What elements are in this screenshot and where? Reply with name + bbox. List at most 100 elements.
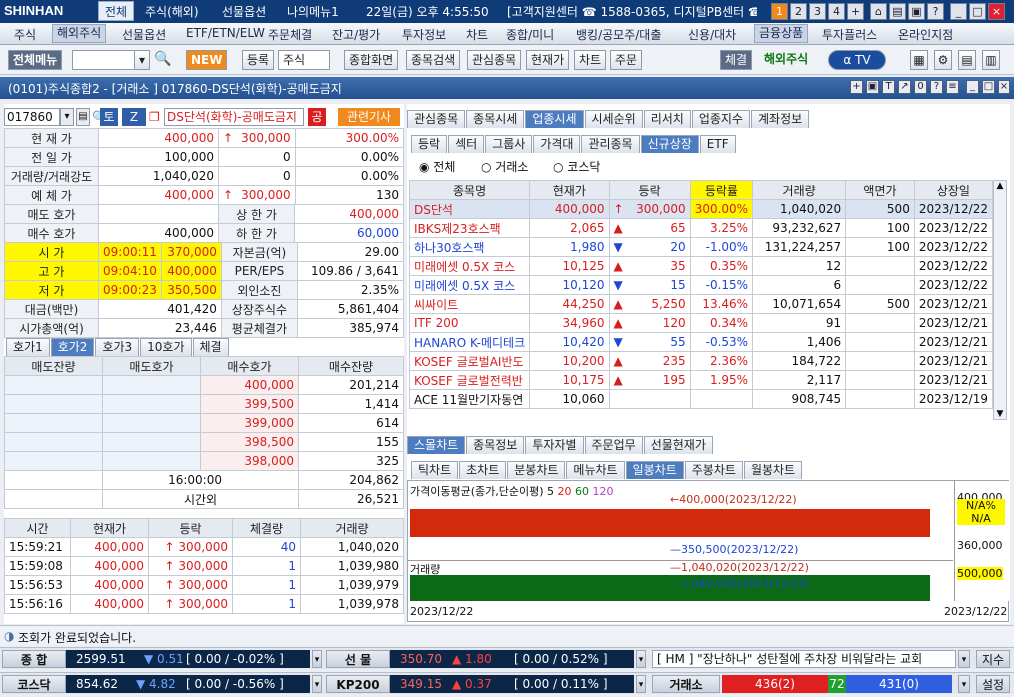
tab-small-chart[interactable]: 스몰차트 [407, 436, 466, 454]
related-news-button[interactable]: 관련기사 [338, 108, 400, 126]
new-badge[interactable]: NEW [186, 50, 228, 70]
calculator-icon[interactable]: ▦ [910, 50, 928, 70]
chevron-down-icon[interactable]: ▾ [636, 675, 646, 693]
help-icon[interactable]: ? [927, 3, 944, 20]
minimize-icon[interactable]: _ [966, 80, 979, 94]
menu-futures[interactable]: 선물옵션 [122, 26, 166, 43]
overview-button[interactable]: 종합화면 [344, 50, 399, 70]
menu-online-branch[interactable]: 온라인지점 [898, 26, 953, 43]
menu-mini[interactable]: 종합/미니 [506, 26, 554, 43]
top-menu-stock-overseas[interactable]: 주식(해외) [145, 3, 199, 20]
tab-sector-quotes[interactable]: 업종시세 [525, 110, 584, 128]
index-button[interactable]: 지수 [976, 650, 1010, 668]
link-icon[interactable]: ▣ [866, 80, 879, 94]
tab-sector-index[interactable]: 업종지수 [691, 110, 750, 128]
chevron-down-icon[interactable]: ▾ [312, 650, 322, 668]
trade-row[interactable]: 15:59:08 400,000 ↑ 300,000 1 1,039,980 [4, 556, 404, 576]
menu-financial-products[interactable]: 금융상품 [754, 24, 809, 43]
header-rate[interactable]: 등락률 [689, 180, 754, 200]
bid-price[interactable]: 398,000 [200, 451, 299, 471]
bid-price[interactable]: 399,500 [200, 394, 299, 414]
grid-icon[interactable]: ▤ [958, 50, 976, 70]
tab-menu-chart[interactable]: 메뉴차트 [566, 461, 625, 479]
bid-price[interactable]: 400,000 [200, 375, 299, 395]
list-row[interactable]: KOSEF 글로벌AI반도 10,200 ▲ 235 2.36% 184,722 2023/… [408, 351, 994, 371]
tab-futures-price[interactable]: 선물현재가 [643, 436, 713, 454]
radio-kosdaq[interactable]: ○ 코스닥 [553, 158, 600, 175]
list-row[interactable]: 씨싸이트 44,250 ▲ 5,250 13.46% 10,071,654 500 2023/… [408, 294, 994, 314]
menu-stock[interactable]: 주식 [14, 26, 36, 43]
radio-all[interactable]: ◉ 전체 [419, 158, 455, 175]
top-menu-mymenu[interactable]: 나의메뉴1 [287, 3, 339, 20]
overseas-stock-logo[interactable]: 해외주식 [760, 50, 812, 70]
radio-kospi[interactable]: ○ 거래소 [481, 158, 528, 175]
list-scrollbar[interactable]: ▲ ▼ [993, 180, 1007, 420]
tab-daily-chart[interactable]: 일봉차트 [625, 461, 684, 479]
chart-button[interactable]: 차트 [574, 50, 607, 70]
top-menu-all[interactable]: 전체 [98, 1, 135, 21]
chevron-down-icon[interactable]: ▾ [958, 650, 970, 668]
list-row[interactable]: 하나30호스팩 1,980 ▼ 20 -1.00% 131,224,257 100 2023/… [408, 237, 994, 257]
tab-stock-info[interactable]: 종목정보 [466, 436, 525, 454]
tab-price-range[interactable]: 가격대 [533, 135, 581, 153]
menu-invest-plus[interactable]: 투자플러스 [822, 26, 877, 43]
stock-code-input[interactable]: 017860 [4, 108, 60, 126]
type-icon[interactable]: T [882, 80, 895, 94]
watchlist-button[interactable]: 관심종목 [467, 50, 522, 70]
tv-icon[interactable]: α TV [828, 50, 886, 70]
order-button[interactable]: 주문 [610, 50, 643, 70]
chevron-down-icon[interactable]: ▾ [60, 108, 74, 126]
menu-overseas-stock[interactable]: 해외주식 [52, 24, 107, 43]
tab-watchlist[interactable]: 관심종목 [407, 110, 466, 128]
screen-4-button[interactable]: 4 [828, 3, 845, 20]
register-button[interactable]: 등록 [242, 50, 275, 70]
menu-order[interactable]: 주문체결 [268, 26, 312, 43]
tab-change[interactable]: 등락 [411, 135, 448, 153]
maximize-icon[interactable]: □ [969, 3, 986, 20]
add-screen-button[interactable]: + [847, 3, 864, 20]
pin-icon[interactable]: + [850, 80, 863, 94]
settings-button[interactable]: 설정 [976, 675, 1010, 693]
tab-second-chart[interactable]: 초차트 [459, 461, 507, 479]
tool-icon[interactable]: ↗ [898, 80, 911, 94]
top-menu-futures[interactable]: 선물옵션 [222, 3, 266, 20]
chevron-down-icon[interactable]: ▾ [134, 50, 150, 70]
tab-managed[interactable]: 관리종목 [581, 135, 640, 153]
ticker-label-kp200[interactable]: KP200 [326, 675, 390, 693]
help-icon[interactable]: ? [930, 80, 943, 94]
menu-icon[interactable]: ≡ [946, 80, 959, 94]
layout-icon[interactable]: ▥ [982, 50, 1000, 70]
tab-order-work[interactable]: 주문업무 [584, 436, 643, 454]
home-icon[interactable]: ⌂ [870, 3, 887, 20]
tab-hoga3[interactable]: 호가3 [95, 338, 140, 356]
maximize-icon[interactable]: □ [982, 80, 995, 94]
menu-banking[interactable]: 뱅킹/공모주/대출 [576, 26, 661, 43]
current-price-button[interactable]: 현재가 [526, 50, 570, 70]
ticker-label-futures[interactable]: 선 물 [326, 650, 390, 668]
menu-chart[interactable]: 차트 [466, 26, 488, 43]
search-icon[interactable]: 🔍 [154, 51, 171, 67]
list-row[interactable]: DS단석 400,000 ↑ 300,000 300.00% 1,040,020 500 20… [408, 199, 994, 219]
close-icon[interactable]: × [988, 3, 1005, 20]
list-row[interactable]: ITF 200 34,960 ▲ 120 0.34% 91 2023/12/21 [408, 313, 994, 333]
chevron-down-icon[interactable]: ▾ [958, 675, 970, 693]
tab-minute-chart[interactable]: 분봉차트 [507, 461, 566, 479]
tab-ranking[interactable]: 시세순위 [584, 110, 643, 128]
tab-new-listing[interactable]: 신규상장 [640, 135, 699, 153]
ticker-label-exchange[interactable]: 거래소 [652, 675, 720, 693]
note-icon[interactable]: ❐ [149, 110, 160, 124]
scroll-up-icon[interactable]: ▲ [994, 181, 1006, 191]
tab-hoga1[interactable]: 호가1 [6, 338, 50, 356]
tab-group[interactable]: 그룹사 [485, 135, 533, 153]
trade-row[interactable]: 15:56:16 400,000 ↑ 300,000 1 1,039,978 [4, 594, 404, 614]
tab-monthly-chart[interactable]: 월봉차트 [743, 461, 803, 479]
all-menu-button[interactable]: 전체메뉴 [8, 50, 63, 70]
menu-credit[interactable]: 신용/대차 [688, 26, 736, 43]
menu-invest-info[interactable]: 투자정보 [402, 26, 446, 43]
tab-research[interactable]: 리서치 [643, 110, 691, 128]
execution-button[interactable]: 체결 [720, 50, 753, 70]
screen-3-button[interactable]: 3 [809, 3, 826, 20]
gear-icon[interactable]: ⚙ [934, 50, 952, 70]
z-badge[interactable]: Z [122, 108, 146, 126]
minimize-icon[interactable]: _ [950, 3, 967, 20]
